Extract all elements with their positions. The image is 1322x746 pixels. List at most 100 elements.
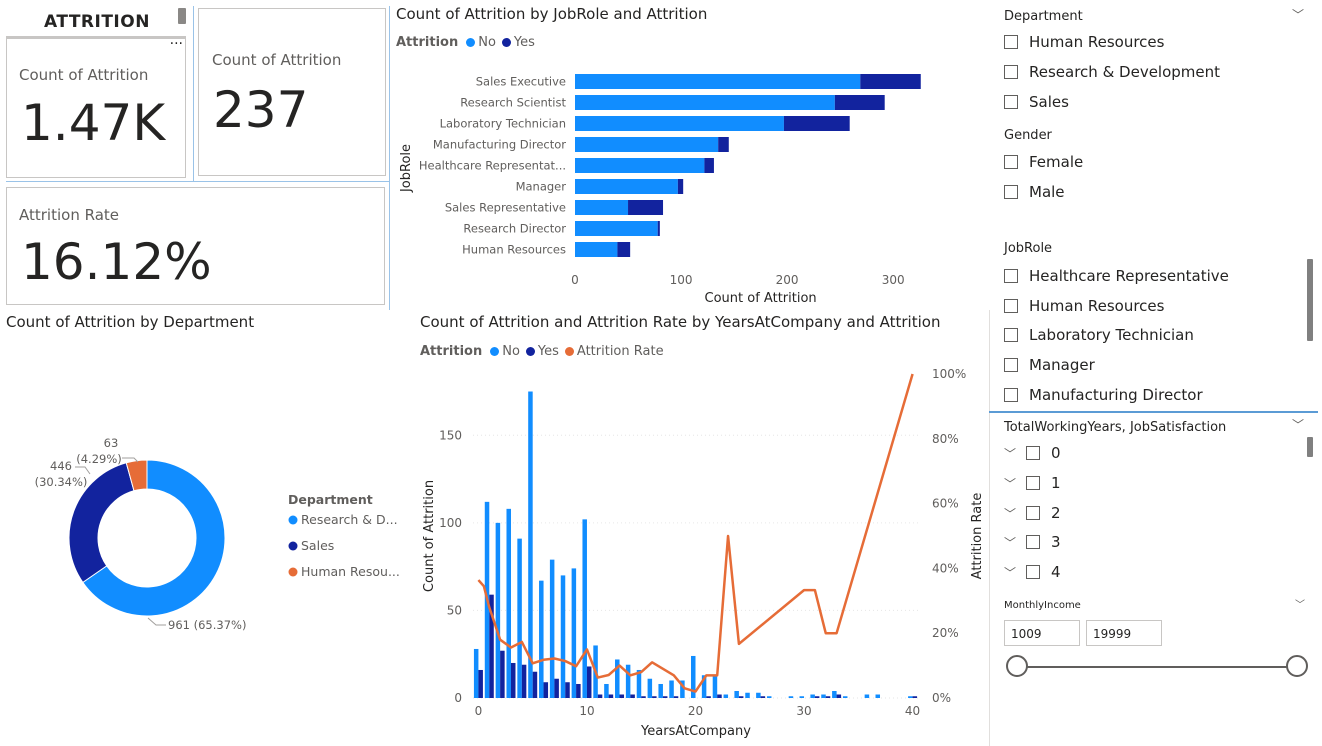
twy-slicer-chevron-icon[interactable]: ﹀ xyxy=(1292,416,1304,433)
slicer-item-healthcare-representative[interactable]: Healthcare Representative xyxy=(1004,267,1229,285)
bar-yes xyxy=(641,696,646,698)
income-slicer-title: MonthlyIncome xyxy=(1004,600,1081,611)
bar-yes xyxy=(532,671,538,698)
years-legend-rate[interactable]: Attrition Rate xyxy=(577,344,664,359)
data-label-sales-count: 446 xyxy=(50,459,72,473)
income-slider-min-handle[interactable] xyxy=(1006,655,1028,677)
department-slicer-chevron-icon[interactable]: ﹀ xyxy=(1292,6,1304,23)
bar-no xyxy=(539,580,544,698)
jobrole-tick-label: Manager xyxy=(516,180,567,194)
twy-item-1[interactable]: ﹀ 1 xyxy=(1004,474,1061,492)
data-label-hr-pct: (4.29%) xyxy=(76,452,122,466)
checkbox[interactable] xyxy=(1026,476,1041,490)
y-tick-label: 0 xyxy=(454,691,462,705)
slicer-item-label: Female xyxy=(1029,153,1084,171)
expand-chevron-icon[interactable]: ﹀ xyxy=(1004,505,1016,522)
income-slider-track[interactable] xyxy=(1018,666,1298,668)
slicer-item-manufacturing-director[interactable]: Manufacturing Director xyxy=(1004,386,1203,404)
income-max-input[interactable]: 19999 xyxy=(1086,620,1162,646)
bar-no xyxy=(582,519,587,698)
slicer-item-human-resources[interactable]: Human Resources xyxy=(1004,33,1164,51)
slicer-item-laboratory-technician[interactable]: Laboratory Technician xyxy=(1004,326,1194,344)
income-slicer-chevron-icon[interactable]: ﹀ xyxy=(1295,596,1305,611)
expand-chevron-icon[interactable]: ﹀ xyxy=(1004,445,1016,462)
expand-chevron-icon[interactable]: ﹀ xyxy=(1004,564,1016,581)
years-legend-no-dot xyxy=(490,347,500,356)
twy-item-3[interactable]: ﹀ 3 xyxy=(1004,533,1061,551)
bar-yes xyxy=(912,696,918,698)
bar-no xyxy=(766,696,772,698)
years-legend-no[interactable]: No xyxy=(502,344,520,359)
twy-item-2[interactable]: ﹀ 2 xyxy=(1004,504,1061,522)
jobrole-legend-yes[interactable]: Yes xyxy=(514,35,535,50)
leader-line-rd xyxy=(147,617,166,626)
twy-slicer-scrollbar[interactable] xyxy=(1307,437,1313,457)
kpi-yes-label: Count of Attrition xyxy=(212,51,342,69)
jobrole-legend-no[interactable]: No xyxy=(478,35,496,50)
checkbox[interactable] xyxy=(1004,185,1018,199)
slicer-item-male[interactable]: Male xyxy=(1004,183,1065,201)
more-options-icon[interactable]: ··· xyxy=(170,36,183,52)
slicer-item-label: Manufacturing Director xyxy=(1029,386,1203,404)
twy-item-4[interactable]: ﹀ 4 xyxy=(1004,563,1061,581)
bar-no xyxy=(669,680,674,698)
checkbox[interactable] xyxy=(1004,35,1018,49)
checkbox[interactable] xyxy=(1004,155,1018,169)
jobrole-slicer-scrollbar[interactable] xyxy=(1307,259,1313,341)
bar-no xyxy=(832,690,837,698)
twy-item-0[interactable]: ﹀ 0 xyxy=(1004,444,1061,462)
title-scrollbar[interactable] xyxy=(178,8,186,24)
bar-no xyxy=(473,648,479,698)
y2-tick-label: 40% xyxy=(932,561,959,575)
kpi-card-yes[interactable]: Count of Attrition 237 xyxy=(198,8,386,176)
bar-yes xyxy=(677,179,684,194)
checkbox[interactable] xyxy=(1004,95,1018,109)
bar-yes xyxy=(652,696,657,698)
x-tick-label: 10 xyxy=(579,704,594,718)
slicer-item-label: Male xyxy=(1029,183,1065,201)
income-slider-max-handle[interactable] xyxy=(1286,655,1308,677)
years-legend-yes[interactable]: Yes xyxy=(538,344,559,359)
bar-no xyxy=(575,179,678,194)
expand-chevron-icon[interactable]: ﹀ xyxy=(1004,475,1016,492)
y2-tick-label: 20% xyxy=(932,626,959,640)
checkbox[interactable] xyxy=(1026,506,1041,520)
checkbox[interactable] xyxy=(1004,328,1018,342)
data-label-hr-count: 63 xyxy=(104,436,119,450)
bar-yes xyxy=(543,682,549,698)
checkbox[interactable] xyxy=(1026,446,1041,460)
jobrole-tick-label: Laboratory Technician xyxy=(440,117,566,131)
bar-yes xyxy=(718,137,729,152)
checkbox[interactable] xyxy=(1004,388,1018,402)
slicer-item-female[interactable]: Female xyxy=(1004,153,1083,171)
slicer-item-human-resources-role[interactable]: Human Resources xyxy=(1004,297,1164,315)
kpi-card-rate[interactable]: Attrition Rate 16.12% xyxy=(6,187,385,305)
income-min-input[interactable]: 1009 xyxy=(1004,620,1080,646)
slicer-item-sales[interactable]: Sales xyxy=(1004,93,1069,111)
slicer-item-research-development[interactable]: Research & Development xyxy=(1004,63,1220,81)
dept-donut-chart[interactable]: 63 (4.29%) 446 (30.34%) 961 (65.37%) Departme… xyxy=(0,340,410,680)
bar-no xyxy=(549,559,555,698)
checkbox[interactable] xyxy=(1004,358,1018,372)
checkbox[interactable] xyxy=(1004,299,1018,313)
bar-no xyxy=(712,675,718,698)
jobrole-chart[interactable]: Sales Executive Research Scientist Laborat… xyxy=(390,60,985,310)
bar-no xyxy=(875,694,881,698)
expand-chevron-icon[interactable]: ﹀ xyxy=(1004,534,1016,551)
bar-no xyxy=(495,522,501,698)
checkbox[interactable] xyxy=(1026,535,1041,549)
legend-dot xyxy=(288,541,298,551)
years-combo-chart[interactable]: 0 50 100 150 0% 20% 40% 60% 80% 100% 0 10 20 30 40 Year… xyxy=(415,360,990,746)
bar-no xyxy=(723,694,729,698)
slicer-item-manager[interactable]: Manager xyxy=(1004,356,1095,374)
slicer-item-label: Healthcare Representative xyxy=(1029,267,1229,285)
y-tick-label: 150 xyxy=(439,428,462,442)
checkbox[interactable] xyxy=(1026,565,1041,579)
checkbox[interactable] xyxy=(1004,65,1018,79)
checkbox[interactable] xyxy=(1004,269,1018,283)
legend-no-dot xyxy=(466,38,476,47)
kpi-card-total[interactable]: Count of Attrition 1.47K ··· xyxy=(6,36,186,178)
bar-yes xyxy=(783,116,850,131)
bar-no xyxy=(756,692,761,698)
bar-yes xyxy=(860,74,921,89)
